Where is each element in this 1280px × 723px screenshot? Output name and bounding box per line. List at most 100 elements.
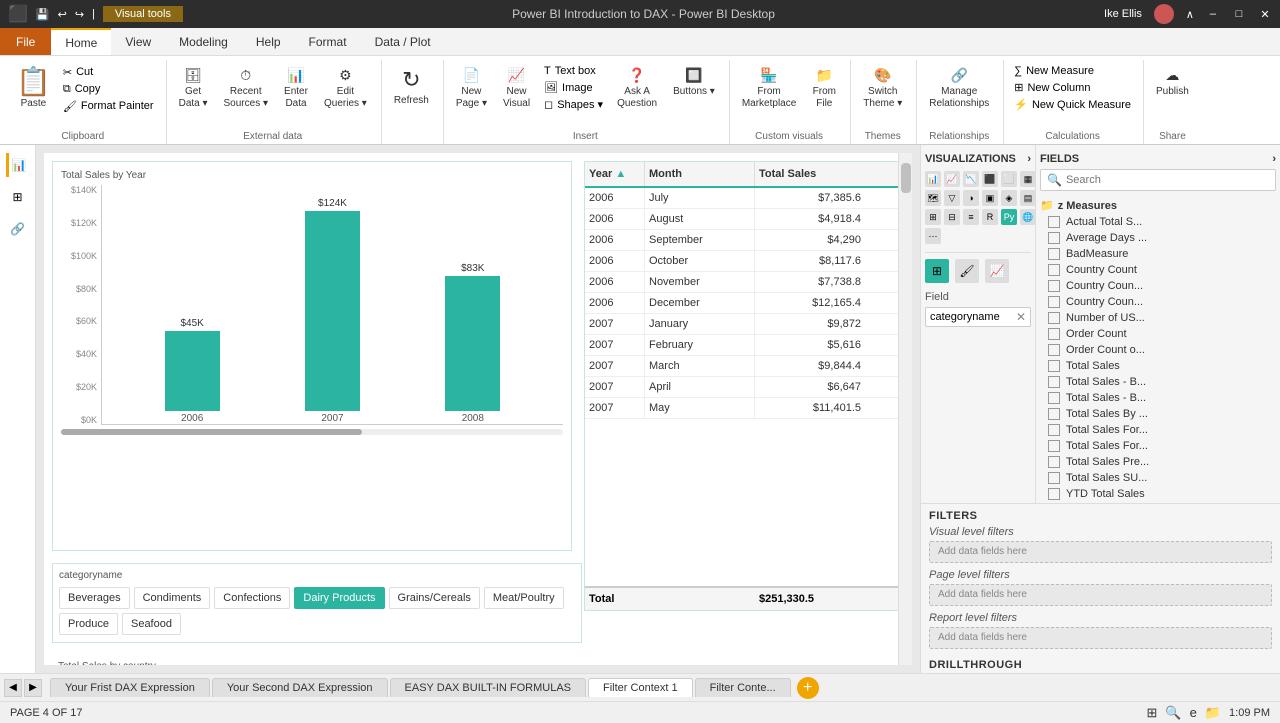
field-item[interactable]: BadMeasure — [1040, 246, 1276, 262]
canvas-scrollbar[interactable] — [898, 153, 912, 665]
slicer-item[interactable]: Seafood — [122, 613, 181, 635]
viz-icon-waterfall[interactable]: ≡ — [963, 209, 979, 225]
minimize-button[interactable]: – — [1206, 7, 1220, 21]
nav-data-icon[interactable]: ⊞ — [6, 185, 30, 209]
viz-icon-donut[interactable]: ▦ — [1020, 171, 1036, 187]
canvas-scroll-thumb[interactable] — [901, 163, 911, 193]
page-nav-right[interactable]: ▶ — [24, 679, 42, 697]
report-filters-drop[interactable]: Add data fields here — [929, 627, 1272, 649]
switch-theme-button[interactable]: 🎨 SwitchTheme ▾ — [857, 64, 908, 113]
close-button[interactable]: ✕ — [1258, 7, 1272, 21]
tab-home[interactable]: Home — [51, 28, 111, 55]
from-marketplace-button[interactable]: 🏪 FromMarketplace — [736, 64, 802, 113]
slicer-item[interactable]: Produce — [59, 613, 118, 635]
recent-sources-button[interactable]: ⏱ RecentSources ▾ — [218, 64, 274, 113]
z-measures-header[interactable]: 📁 z Measures — [1040, 197, 1276, 214]
slicer-item[interactable]: Beverages — [59, 587, 130, 609]
field-item[interactable]: Country Coun... — [1040, 278, 1276, 294]
page-nav-left[interactable]: ◀ — [4, 679, 22, 697]
viz-icon-map[interactable]: 🗺 — [925, 190, 941, 206]
field-item[interactable]: Order Count — [1040, 326, 1276, 342]
quick-access-save[interactable]: 💾 — [36, 8, 50, 21]
viz-icon-area[interactable]: 📉 — [963, 171, 979, 187]
field-chip-remove[interactable]: ✕ — [1016, 310, 1026, 324]
nav-report-icon[interactable]: 📊 — [6, 153, 30, 177]
new-column-button[interactable]: ⊞ New Column — [1010, 80, 1135, 95]
viz-icon-line[interactable]: 📈 — [944, 171, 960, 187]
slicer-item[interactable]: Condiments — [134, 587, 211, 609]
field-item[interactable]: Number of US... — [1040, 310, 1276, 326]
buttons-button[interactable]: 🔲 Buttons ▾ — [667, 64, 721, 101]
table-visual[interactable]: Year ▲ Month Total Sales 2006 July $7,38… — [584, 161, 912, 611]
maximize-button[interactable]: □ — [1232, 7, 1246, 21]
paste-button[interactable]: 📋 Paste — [8, 64, 59, 114]
tab-filter-context-2[interactable]: Filter Conte... — [695, 678, 791, 697]
cut-button[interactable]: ✂ Cut — [59, 65, 158, 80]
nav-model-icon[interactable]: 🔗 — [6, 217, 30, 241]
field-item[interactable]: Actual Total S... — [1040, 214, 1276, 230]
slicer-item[interactable]: Grains/Cereals — [389, 587, 480, 609]
manage-relationships-button[interactable]: 🔗 ManageRelationships — [923, 64, 995, 113]
field-item[interactable]: Total Sales — [1040, 358, 1276, 374]
field-item[interactable]: Average Days ... — [1040, 230, 1276, 246]
image-button[interactable]: 🖼 Image — [540, 80, 607, 95]
build-format-icon[interactable]: 🖌 — [955, 259, 979, 283]
viz-icon-globe[interactable]: 🌐 — [1020, 209, 1036, 225]
slicer-visual[interactable]: categoryname BeveragesCondimentsConfecti… — [52, 563, 582, 643]
viz-icon-kpi[interactable]: ◈ — [1001, 190, 1017, 206]
get-data-button[interactable]: 🗄 GetData ▾ — [173, 64, 214, 113]
search-taskbar-icon[interactable]: 🔍 — [1165, 705, 1181, 721]
viz-icon-gauge[interactable]: ◑ — [963, 190, 979, 206]
country-chart-visual[interactable]: Total Sales by country Germany USA Austr… — [52, 655, 582, 665]
build-fields-icon[interactable]: ⊞ — [925, 259, 949, 283]
viz-icon-ribbon[interactable]: R — [982, 209, 998, 225]
refresh-button[interactable]: ↻ Refresh — [388, 64, 435, 110]
enter-data-button[interactable]: 📊 EnterData — [278, 64, 314, 113]
fields-panel-expand[interactable]: › — [1272, 153, 1276, 165]
edit-queries-button[interactable]: ⚙ EditQueries ▾ — [318, 64, 373, 113]
field-item[interactable]: Total Sales By ... — [1040, 406, 1276, 422]
field-item[interactable]: Total Sales - B... — [1040, 390, 1276, 406]
ask-question-button[interactable]: ❓ Ask AQuestion — [611, 64, 663, 113]
visual-filters-drop[interactable]: Add data fields here — [929, 541, 1272, 563]
viz-icon-scatter[interactable]: ⬛ — [982, 171, 998, 187]
field-item[interactable]: Total Sales - B... — [1040, 374, 1276, 390]
field-item[interactable]: Country Coun... — [1040, 294, 1276, 310]
viz-icon-matrix[interactable]: ⊟ — [944, 209, 960, 225]
field-chip[interactable]: categoryname ✕ — [925, 307, 1031, 327]
chart-scrollbar[interactable] — [61, 429, 563, 435]
slicer-item[interactable]: Confections — [214, 587, 290, 609]
viz-icon-slicer[interactable]: ▤ — [1020, 190, 1036, 206]
viz-icon-funnel[interactable]: ▽ — [944, 190, 960, 206]
quick-access-undo[interactable]: ↩ — [58, 8, 67, 21]
tab-dax-2[interactable]: Your Second DAX Expression — [212, 678, 388, 697]
field-item[interactable]: Total Sales For... — [1040, 422, 1276, 438]
chart-scroll-thumb[interactable] — [61, 429, 362, 435]
field-item[interactable]: Total Sales For... — [1040, 438, 1276, 454]
viz-icon-bar[interactable]: 📊 — [925, 171, 941, 187]
publish-button[interactable]: ☁ Publish — [1150, 64, 1195, 101]
new-visual-button[interactable]: 📈 NewVisual — [497, 64, 536, 113]
tab-view[interactable]: View — [111, 28, 165, 55]
viz-panel-expand[interactable]: › — [1027, 153, 1031, 165]
viz-icon-pie[interactable]: ⬜ — [1001, 171, 1017, 187]
tab-file[interactable]: File — [0, 28, 51, 55]
field-item[interactable]: Country Count — [1040, 262, 1276, 278]
format-painter-button[interactable]: 🖌 Format Painter — [59, 99, 158, 114]
viz-icon-table[interactable]: ⊞ — [925, 209, 941, 225]
tab-format[interactable]: Format — [295, 28, 361, 55]
new-quick-measure-button[interactable]: ⚡ New Quick Measure — [1010, 97, 1135, 112]
field-item[interactable]: Order Count o... — [1040, 342, 1276, 358]
from-file-button[interactable]: 📁 FromFile — [806, 64, 842, 113]
fields-search-input[interactable] — [1066, 174, 1269, 186]
tab-help[interactable]: Help — [242, 28, 295, 55]
tab-modeling[interactable]: Modeling — [165, 28, 242, 55]
copy-button[interactable]: ⧉ Copy — [59, 82, 158, 97]
viz-icon-more[interactable]: ⋯ — [925, 228, 941, 244]
field-item[interactable]: Total Sales SU... — [1040, 470, 1276, 486]
field-item[interactable]: YTD Total Sales — [1040, 486, 1276, 502]
viz-icon-selected[interactable]: Py — [1001, 209, 1017, 225]
tab-data-plot[interactable]: Data / Plot — [361, 28, 445, 55]
viz-icon-card[interactable]: ▣ — [982, 190, 998, 206]
tab-filter-context-1[interactable]: Filter Context 1 — [588, 678, 693, 697]
